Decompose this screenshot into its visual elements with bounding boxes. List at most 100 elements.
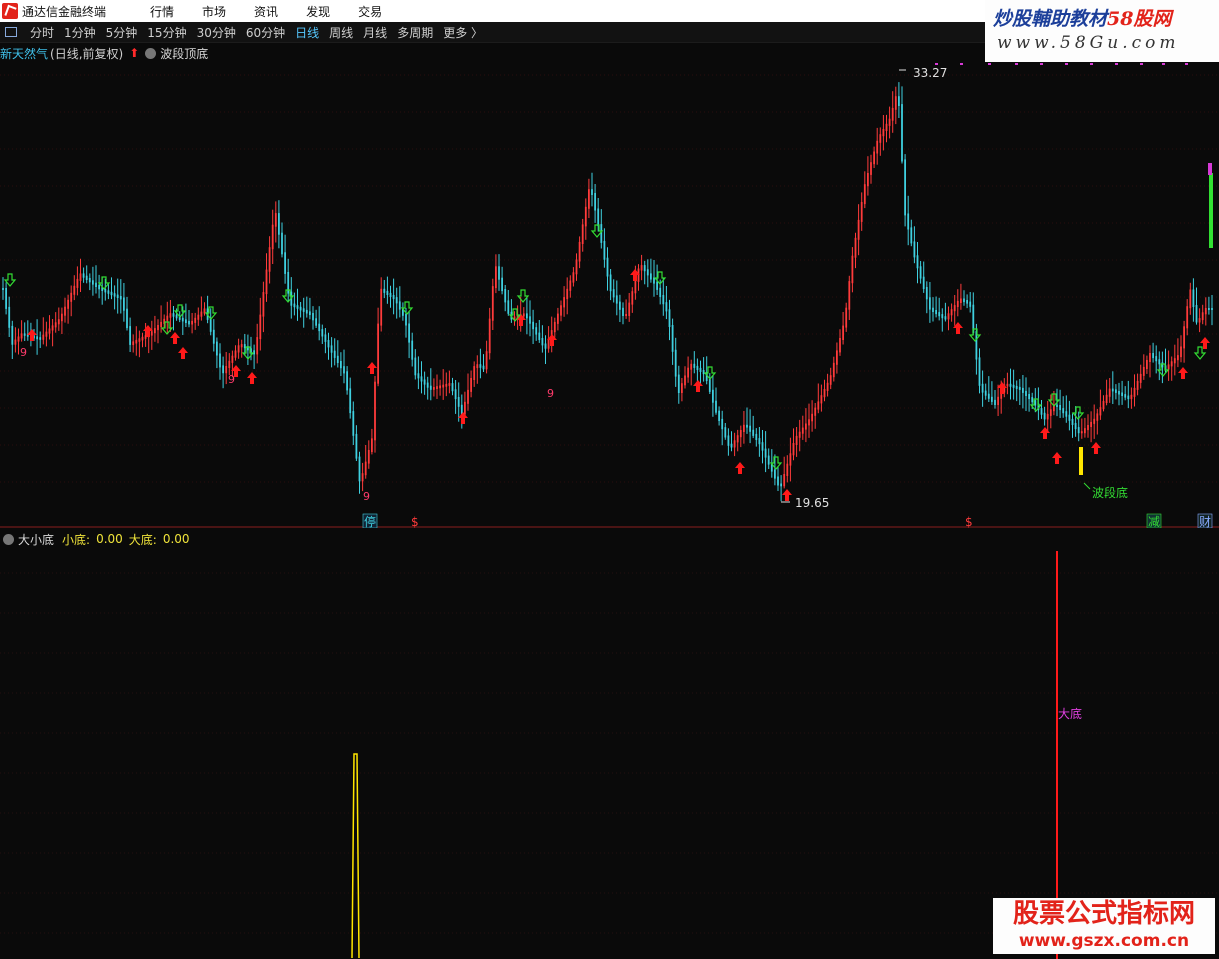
small-bottom-value: 0.00: [96, 532, 123, 546]
candle-body: [371, 438, 373, 452]
indicator-menu-icon[interactable]: [145, 47, 157, 59]
period-60min[interactable]: 60分钟: [241, 24, 290, 41]
candle-body: [5, 288, 7, 309]
candle-body: [433, 387, 435, 390]
candle-body: [383, 288, 386, 293]
candle-body: [1009, 383, 1012, 387]
candle-body: [668, 309, 671, 327]
candle-body: [54, 322, 57, 328]
candle-body: [901, 104, 903, 162]
candle-body: [609, 274, 612, 292]
candle-body: [544, 343, 547, 349]
candle-body: [380, 288, 383, 326]
candle-body: [8, 306, 11, 328]
candle-body: [842, 325, 844, 340]
candle-body: [594, 193, 596, 211]
menu-trade[interactable]: 交易: [344, 3, 396, 20]
candle-body: [1155, 356, 1158, 362]
layout-toggle-icon[interactable]: [5, 27, 17, 37]
candle-body: [1056, 404, 1058, 407]
candle-body: [671, 325, 674, 352]
count-nine-marker: 9: [228, 373, 235, 386]
candle-body: [228, 360, 231, 368]
menu-quotes[interactable]: 行情: [136, 3, 188, 20]
candle-body: [603, 240, 606, 260]
period-more[interactable]: 更多 〉: [438, 24, 488, 41]
candle-body: [646, 269, 649, 276]
period-15min[interactable]: 15分钟: [142, 24, 191, 41]
up-arrow-icon: ⬆: [129, 46, 140, 60]
period-monthly[interactable]: 月线: [358, 24, 392, 41]
candle-body: [526, 313, 528, 319]
period-intraday[interactable]: 分时: [25, 24, 59, 41]
candle-body: [1093, 418, 1096, 424]
candle-body: [746, 424, 748, 428]
candle-body: [473, 366, 476, 380]
candle-body: [336, 355, 339, 363]
candle-body: [1043, 412, 1046, 420]
period-multi[interactable]: 多周期: [392, 24, 438, 41]
menu-market[interactable]: 市场: [188, 3, 240, 20]
candle-body: [718, 410, 720, 421]
period-daily[interactable]: 日线: [290, 24, 324, 41]
buy-arrow-icon: [1178, 367, 1188, 379]
sub-indicator-menu-icon[interactable]: [3, 533, 14, 545]
candle-body: [1136, 380, 1139, 390]
candle-body: [1096, 413, 1099, 421]
candle-body: [1127, 395, 1130, 400]
candle-body: [157, 325, 159, 331]
buy-arrow-icon: [735, 462, 745, 474]
top-signal-dot: [1015, 63, 1018, 65]
sub-indicator-title[interactable]: 大小底: [18, 531, 54, 548]
candle-body: [615, 295, 618, 304]
adjust-mode: (日线,前复权): [50, 46, 124, 61]
candle-body: [699, 367, 702, 372]
candle-body: [346, 371, 348, 391]
buy-arrow-icon: [27, 329, 37, 341]
candle-body: [935, 310, 937, 315]
candle-body: [721, 418, 724, 430]
candle-body: [181, 317, 184, 322]
bottom-pointer-icon: [1083, 482, 1091, 490]
small-bottom-signal: [351, 753, 360, 959]
candle-body: [132, 341, 135, 345]
candle-body: [113, 293, 116, 297]
candle-body: [321, 329, 324, 337]
candle-body: [560, 305, 562, 316]
menu-news[interactable]: 资讯: [240, 3, 292, 20]
candle-body: [64, 306, 66, 316]
candle-body: [11, 325, 14, 345]
candle-body: [761, 442, 764, 451]
candle-body: [1146, 360, 1148, 369]
period-30min[interactable]: 30分钟: [192, 24, 241, 41]
candle-body: [20, 333, 23, 339]
candle-body: [848, 281, 851, 310]
candle-body: [941, 314, 944, 319]
candle-body: [104, 289, 107, 293]
overlay-indicator-name[interactable]: 波段顶底: [160, 45, 208, 62]
candle-body: [92, 280, 94, 285]
menu-discover[interactable]: 发现: [292, 3, 344, 20]
candle-body: [278, 213, 280, 235]
candle-body: [712, 389, 714, 403]
candle-body: [591, 189, 593, 195]
candle-body: [650, 273, 652, 280]
candle-body: [405, 313, 407, 326]
bottom-indicator-chart[interactable]: 大底: [0, 528, 1219, 959]
candlestick-chart[interactable]: 9 9 9 9 33.27 19.65 波段底停 $ $ 减 财: [0, 43, 1219, 528]
candle-body: [98, 285, 100, 290]
candle-body: [212, 329, 215, 344]
period-weekly[interactable]: 周线: [324, 24, 358, 41]
candle-body: [898, 96, 900, 106]
candle-body: [1068, 414, 1071, 421]
period-1min[interactable]: 1分钟: [59, 24, 101, 41]
candle-body: [355, 433, 358, 459]
candle-body: [690, 363, 693, 370]
buy-arrow-icon: [1040, 427, 1050, 439]
candle-body: [659, 287, 662, 297]
candle-body: [535, 327, 538, 335]
candle-body: [702, 370, 705, 375]
period-5min[interactable]: 5分钟: [101, 24, 143, 41]
candle-body: [1118, 391, 1120, 395]
candle-body: [284, 252, 286, 274]
